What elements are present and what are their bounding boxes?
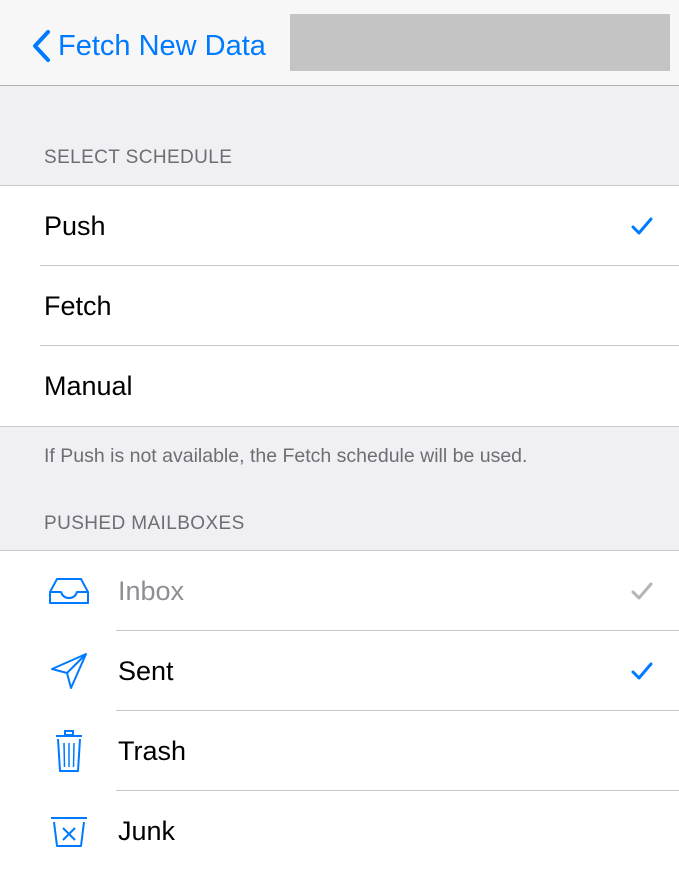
select-schedule-header: SELECT SCHEDULE <box>44 147 233 168</box>
schedule-option-manual[interactable]: Manual <box>0 346 679 426</box>
trash-icon <box>46 728 92 774</box>
schedule-footer-note: If Push is not available, the Fetch sche… <box>44 445 528 467</box>
redacted-area <box>290 14 670 71</box>
schedule-option-push[interactable]: Push <box>0 186 679 266</box>
mailbox-label: Trash <box>118 735 187 766</box>
pushed-mailboxes-header: PUSHED MAILBOXES <box>44 513 245 534</box>
mailbox-row-junk[interactable]: Junk <box>0 791 679 871</box>
mailbox-label: Junk <box>118 815 176 846</box>
checkmark-icon <box>631 217 653 235</box>
schedule-option-fetch[interactable]: Fetch <box>0 266 679 346</box>
checkmark-icon <box>631 662 653 680</box>
mailbox-row-trash[interactable]: Trash <box>0 711 679 791</box>
schedule-option-label: Manual <box>44 370 133 401</box>
inbox-icon <box>46 568 92 614</box>
navigation-bar: Fetch New Data <box>0 0 679 86</box>
schedule-option-label: Push <box>44 210 106 241</box>
sent-icon <box>46 648 92 694</box>
mailbox-row-sent[interactable]: Sent <box>0 631 679 711</box>
chevron-left-icon <box>33 30 50 62</box>
checkmark-icon <box>631 582 653 600</box>
schedule-group: Push Fetch Manual <box>0 185 679 427</box>
mailbox-label: Inbox <box>118 575 185 606</box>
mailbox-row-inbox[interactable]: Inbox <box>0 551 679 631</box>
junk-icon <box>46 808 92 854</box>
schedule-option-label: Fetch <box>44 290 112 321</box>
mailboxes-group: Inbox Sent Trash Junk <box>0 550 679 871</box>
mailbox-label: Sent <box>118 655 174 686</box>
back-button-label: Fetch New Data <box>58 29 266 62</box>
back-button[interactable]: Fetch New Data <box>30 24 266 68</box>
